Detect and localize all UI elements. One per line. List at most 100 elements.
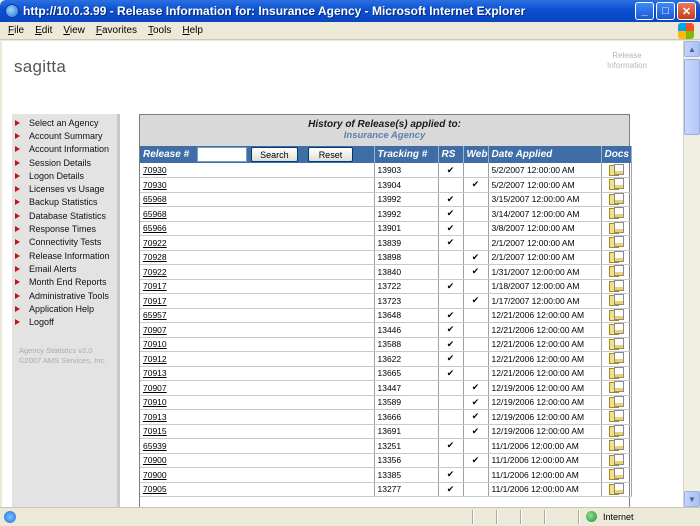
documents-icon[interactable] — [609, 207, 624, 220]
release-link[interactable]: 65966 — [143, 223, 167, 233]
release-link[interactable]: 70900 — [143, 455, 167, 465]
table-row: 70930 13904 ✔ 5/2/2007 12:00:00 AM — [140, 177, 632, 193]
documents-icon[interactable] — [609, 395, 624, 408]
tracking-number: 13589 — [374, 395, 439, 410]
documents-icon[interactable] — [609, 439, 624, 452]
documents-icon[interactable] — [609, 178, 624, 191]
maximize-button[interactable]: □ — [656, 2, 675, 20]
sidebar-item-session-details[interactable]: Session Details — [12, 156, 117, 169]
release-link[interactable]: 70912 — [143, 354, 167, 364]
menu-favorites[interactable]: Favorites — [96, 25, 137, 36]
release-link[interactable]: 70930 — [143, 165, 167, 175]
release-link[interactable]: 70907 — [143, 325, 167, 335]
release-link[interactable]: 70930 — [143, 180, 167, 190]
documents-icon[interactable] — [609, 163, 624, 176]
release-link[interactable]: 70915 — [143, 426, 167, 436]
web-check-icon: ✔ — [463, 424, 489, 439]
web-cell — [463, 467, 489, 483]
release-link[interactable]: 65939 — [143, 441, 167, 451]
sidebar-item-database-statistics[interactable]: Database Statistics — [12, 209, 117, 222]
rs-check-icon: ✔ — [438, 206, 464, 222]
web-cell — [463, 351, 489, 367]
documents-icon[interactable] — [609, 424, 624, 437]
documents-icon[interactable] — [609, 337, 624, 350]
release-link[interactable]: 70917 — [143, 296, 167, 306]
menu-tools[interactable]: Tools — [148, 25, 171, 36]
scroll-down-icon[interactable]: ▼ — [684, 491, 700, 507]
documents-icon[interactable] — [609, 308, 624, 321]
sidebar-item-licenses-vs-usage[interactable]: Licenses vs Usage — [12, 182, 117, 195]
scroll-thumb[interactable] — [684, 59, 700, 135]
sidebar-item-connectivity-tests[interactable]: Connectivity Tests — [12, 236, 117, 249]
release-search-input[interactable] — [197, 147, 248, 162]
release-link[interactable]: 70900 — [143, 470, 167, 480]
documents-icon[interactable] — [609, 279, 624, 292]
sidebar-item-month-end-reports[interactable]: Month End Reports — [12, 276, 117, 289]
sidebar-item-application-help[interactable]: Application Help — [12, 302, 117, 315]
sidebar-item-account-information[interactable]: Account Information — [12, 143, 117, 156]
documents-icon[interactable] — [609, 482, 624, 495]
release-link[interactable]: 70907 — [143, 383, 167, 393]
documents-icon[interactable] — [609, 265, 624, 278]
release-link[interactable]: 70917 — [143, 281, 167, 291]
sidebar-item-label: Database Statistics — [29, 210, 107, 221]
release-link[interactable]: 70905 — [143, 484, 167, 494]
sidebar-item-email-alerts[interactable]: Email Alerts — [12, 262, 117, 275]
menu-help[interactable]: Help — [182, 25, 203, 36]
table-row: 65968 13992 ✔ 3/14/2007 12:00:00 AM — [140, 206, 632, 222]
documents-icon[interactable] — [609, 323, 624, 336]
minimize-button[interactable]: _ — [635, 2, 654, 20]
documents-icon[interactable] — [609, 468, 624, 481]
release-link[interactable]: 70910 — [143, 339, 167, 349]
sidebar-item-backup-statistics[interactable]: Backup Statistics — [12, 196, 117, 209]
tracking-number: 13992 — [374, 192, 439, 207]
sidebar-item-select-an-agency[interactable]: Select an Agency — [12, 116, 117, 129]
tracking-number: 13356 — [374, 453, 439, 468]
date-applied: 12/19/2006 12:00:00 AM — [488, 424, 602, 439]
sidebar-item-label: Response Times — [29, 224, 97, 235]
documents-icon[interactable] — [609, 250, 624, 263]
documents-icon[interactable] — [609, 192, 624, 205]
sidebar-item-account-summary[interactable]: Account Summary — [12, 129, 117, 142]
menu-view[interactable]: View — [63, 25, 85, 36]
rs-check-icon: ✔ — [438, 438, 464, 454]
release-link[interactable]: 65968 — [143, 209, 167, 219]
documents-icon[interactable] — [609, 221, 624, 234]
sidebar-item-release-information[interactable]: Release Information — [12, 249, 117, 262]
release-link[interactable]: 70922 — [143, 238, 167, 248]
sidebar-item-logoff[interactable]: Logoff — [12, 315, 117, 328]
menu-edit[interactable]: Edit — [35, 25, 52, 36]
release-link[interactable]: 70922 — [143, 267, 167, 277]
documents-icon[interactable] — [609, 453, 624, 466]
table-row: 70917 13723 ✔ 1/17/2007 12:00:00 AM — [140, 293, 632, 309]
date-applied: 12/19/2006 12:00:00 AM — [488, 409, 602, 425]
table-row: 65957 13648 ✔ 12/21/2006 12:00:00 AM — [140, 308, 632, 323]
col-tracking: Tracking # — [374, 146, 439, 163]
release-link[interactable]: 70913 — [143, 368, 167, 378]
documents-icon[interactable] — [609, 381, 624, 394]
documents-icon[interactable] — [609, 352, 624, 365]
release-link[interactable]: 70928 — [143, 252, 167, 262]
sidebar-item-administrative-tools[interactable]: Administrative Tools — [12, 289, 117, 302]
sidebar-item-label: Session Details — [29, 157, 92, 168]
documents-icon[interactable] — [609, 294, 624, 307]
release-link[interactable]: 70910 — [143, 397, 167, 407]
reset-button[interactable]: Reset — [307, 147, 354, 162]
documents-icon[interactable] — [609, 236, 624, 249]
sidebar-item-logon-details[interactable]: Logon Details — [12, 169, 117, 182]
release-link[interactable]: 65957 — [143, 310, 167, 320]
menu-file[interactable]: File — [8, 25, 24, 36]
sidebar-item-response-times[interactable]: Response Times — [12, 222, 117, 235]
vertical-scrollbar[interactable]: ▲ ▼ — [683, 41, 700, 507]
release-link[interactable]: 70913 — [143, 412, 167, 422]
close-button[interactable]: ✕ — [677, 2, 696, 20]
scroll-up-icon[interactable]: ▲ — [684, 41, 700, 57]
tracking-number: 13723 — [374, 293, 439, 309]
search-button[interactable]: Search — [251, 147, 298, 162]
documents-icon[interactable] — [609, 410, 624, 423]
release-link[interactable]: 65968 — [143, 194, 167, 204]
date-applied: 5/2/2007 12:00:00 AM — [488, 163, 602, 178]
sidebar-item-label: Logon Details — [29, 170, 85, 181]
documents-icon[interactable] — [609, 366, 624, 379]
agency-name: Insurance Agency — [343, 130, 426, 141]
